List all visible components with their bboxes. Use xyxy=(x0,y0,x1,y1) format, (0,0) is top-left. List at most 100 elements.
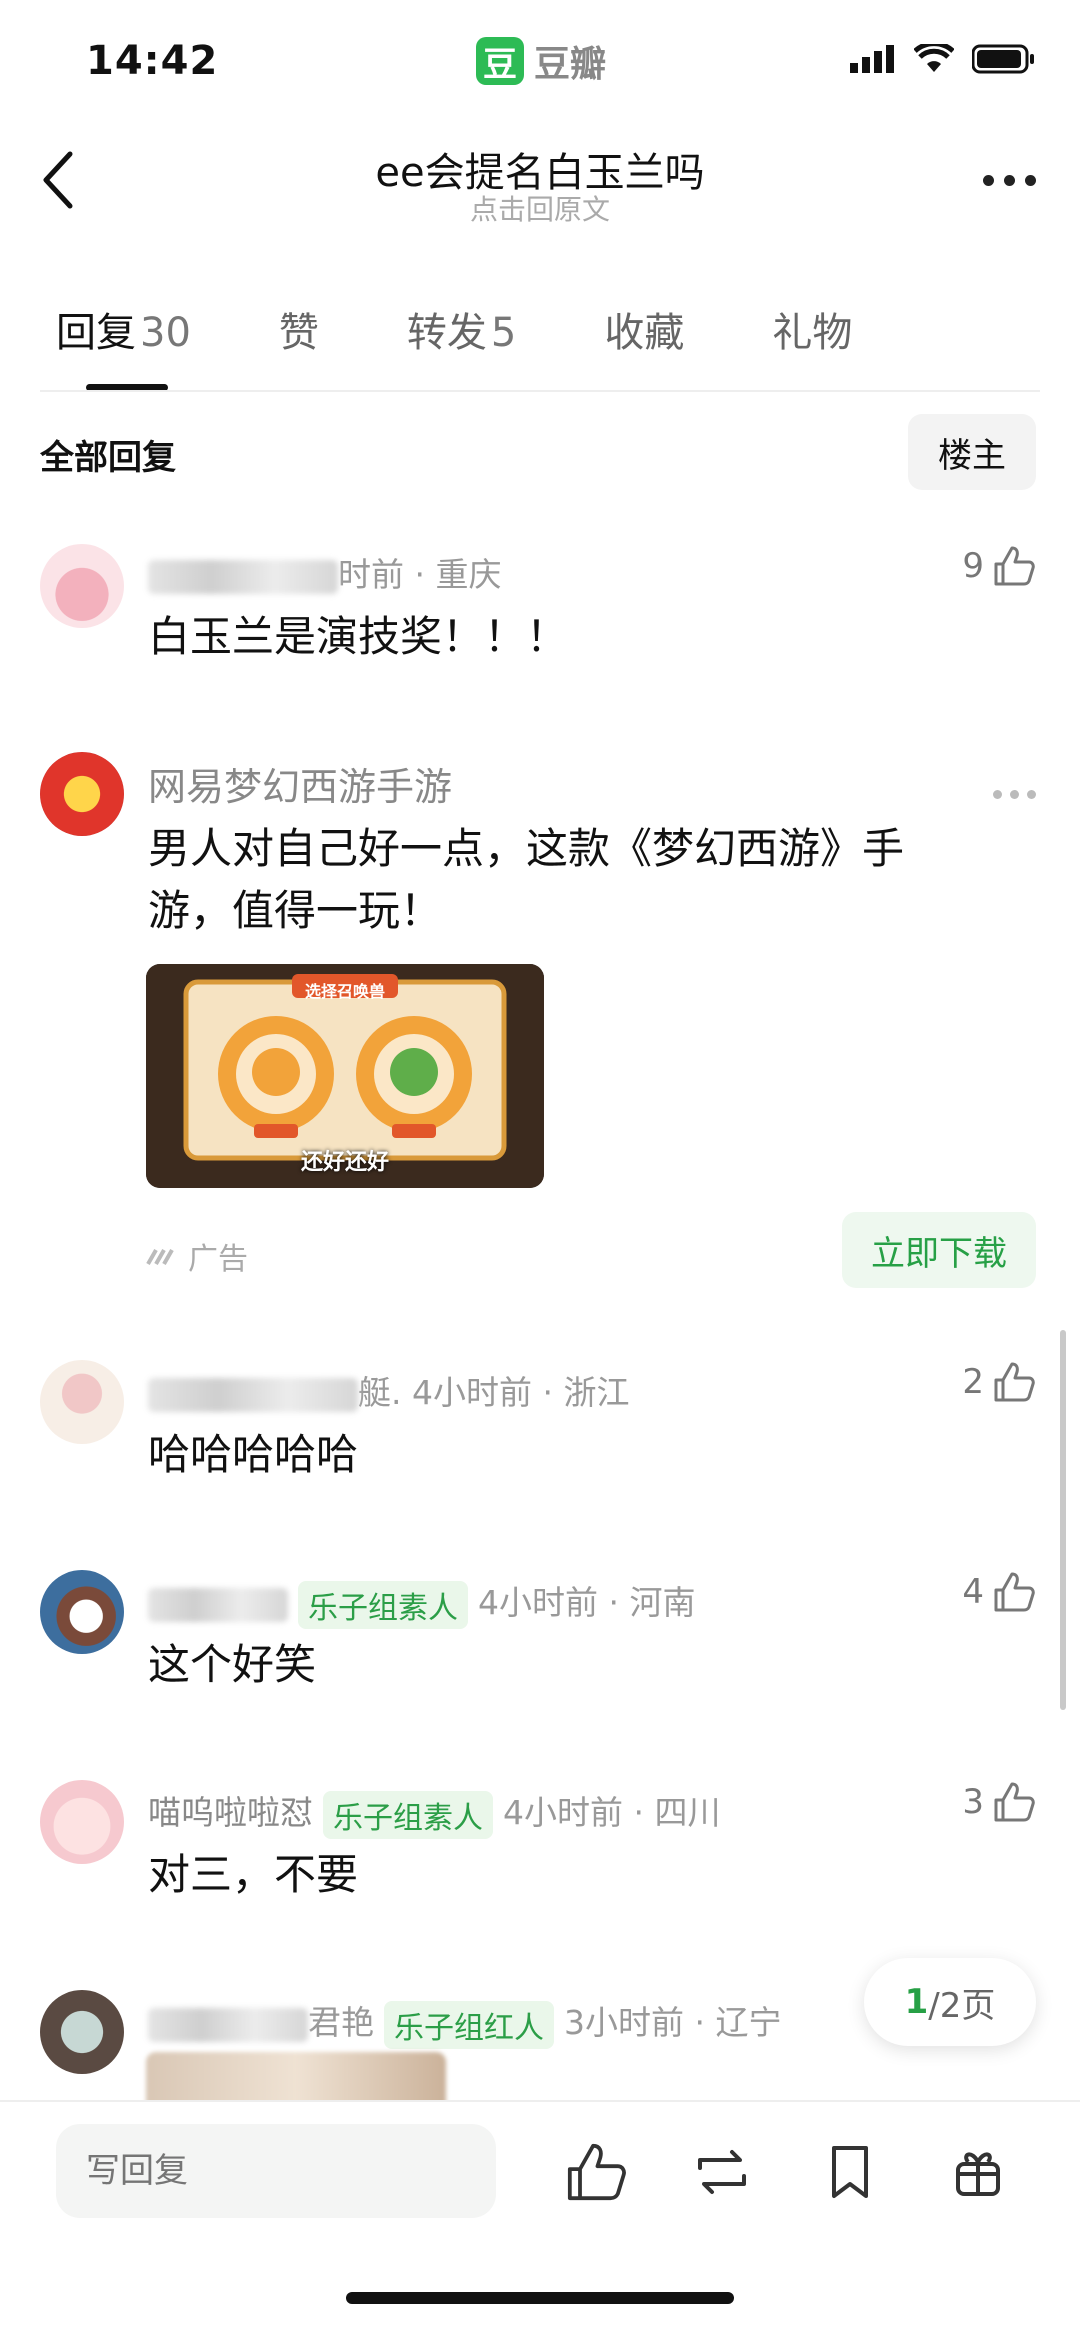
reply-input[interactable] xyxy=(56,2124,496,2218)
like-count: 3 xyxy=(962,1782,984,1822)
ad-image-header: 选择召唤兽 xyxy=(304,982,385,1001)
comment-meta: 艇. 4小时前 · 浙江 xyxy=(148,1366,629,1414)
scrollbar[interactable] xyxy=(1060,1330,1066,1710)
system-icons xyxy=(850,44,1036,74)
comment-time: 3小时前 xyxy=(564,2003,684,2042)
avatar[interactable] xyxy=(40,544,124,628)
ad-avatar[interactable] xyxy=(40,752,124,836)
username[interactable]: 喵呜啦啦怼 xyxy=(148,1793,313,1832)
ad-image-caption: 还好还好 xyxy=(300,1150,389,1175)
more-dot-icon xyxy=(1027,790,1036,799)
page-indicator[interactable]: 1/2页 xyxy=(864,1958,1036,2046)
bookmark-button[interactable] xyxy=(818,2140,882,2204)
like-count: 2 xyxy=(962,1362,984,1402)
current-page: 1 xyxy=(904,1982,929,2022)
group-badge: 乐子组红人 xyxy=(384,2000,554,2049)
tab-likes[interactable]: 赞 xyxy=(279,300,319,358)
more-dot-icon xyxy=(983,175,994,186)
like-button[interactable]: 9 xyxy=(962,544,1036,588)
more-options-button[interactable] xyxy=(983,175,1036,186)
comment-text: 白玉兰是演技奖！！！ xyxy=(148,612,569,661)
comment-location: 辽宁 xyxy=(715,2003,782,2042)
comment-location: 浙江 xyxy=(563,1373,630,1412)
thumbs-up-icon xyxy=(567,2143,626,2201)
ad-text: 男人对自己好一点，这款《梦幻西游》手游，值得一玩！ xyxy=(148,824,905,935)
ad-label: 广告 xyxy=(146,1234,248,1278)
tab-count: 5 xyxy=(490,310,517,356)
avatar[interactable] xyxy=(40,1990,124,2074)
repost-button[interactable] xyxy=(690,2140,754,2204)
like-post-button[interactable] xyxy=(564,2140,628,2204)
ad-mark-icon xyxy=(146,1249,174,1265)
wifi-icon xyxy=(914,44,954,72)
blurred-username xyxy=(148,1587,288,1622)
comment-text: 这个好笑 xyxy=(148,1640,317,1689)
home-indicator[interactable] xyxy=(346,2292,734,2304)
signal-icon xyxy=(850,45,894,73)
tab-replies[interactable]: 回复 30 xyxy=(56,300,191,358)
douban-logo-icon: 豆 xyxy=(476,37,524,85)
like-button[interactable]: 4 xyxy=(962,1570,1036,1614)
avatar[interactable] xyxy=(40,1360,124,1444)
download-button[interactable]: 立即下载 xyxy=(842,1212,1036,1288)
bookmark-icon xyxy=(832,2146,868,2198)
username[interactable]: 艇. xyxy=(358,1373,412,1412)
thumbs-up-icon xyxy=(994,1572,1035,1612)
status-time: 14:42 xyxy=(86,38,219,84)
group-badge: 乐子组素人 xyxy=(298,1580,468,1629)
tab-label: 回复 xyxy=(56,310,136,356)
comment-time: 4小时前 xyxy=(411,1373,532,1412)
like-button[interactable]: 2 xyxy=(962,1360,1036,1404)
comment-time: 4小时前 xyxy=(503,1793,623,1832)
tab-reposts[interactable]: 转发 5 xyxy=(407,300,516,358)
divider xyxy=(40,390,1040,392)
more-dot-icon xyxy=(1025,175,1036,186)
comment-location: 河南 xyxy=(629,1583,696,1622)
comment-location: 重庆 xyxy=(435,555,502,594)
tab-label: 转发 xyxy=(406,310,487,356)
tab-gifts[interactable]: 礼物 xyxy=(772,300,852,358)
username[interactable]: 君艳 xyxy=(308,2003,374,2042)
app-brand: 豆 豆瓣 xyxy=(476,36,606,86)
ad-more-button[interactable] xyxy=(993,790,1036,799)
thumbs-up-icon xyxy=(994,546,1035,586)
avatar[interactable] xyxy=(40,1780,124,1864)
gift-button[interactable] xyxy=(946,2140,1010,2204)
section-title: 全部回复 xyxy=(40,438,176,478)
thumbs-up-icon xyxy=(994,1362,1035,1402)
owner-only-button[interactable]: 楼主 xyxy=(908,414,1036,490)
ad-label-text: 广告 xyxy=(188,1242,248,1277)
avatar[interactable] xyxy=(40,1570,124,1654)
tab-bar: 回复 30 赞 转发 5 收藏 礼物 xyxy=(56,300,940,358)
comment-meta: 时前 · 重庆 xyxy=(148,548,501,596)
like-button[interactable]: 3 xyxy=(962,1780,1036,1824)
more-dot-icon xyxy=(993,790,1002,799)
back-to-original-link[interactable]: 点击回原文 xyxy=(0,188,1080,228)
blurred-username xyxy=(148,1377,358,1412)
like-count: 9 xyxy=(962,546,984,586)
tab-count: 30 xyxy=(140,310,191,356)
blurred-username xyxy=(148,2007,308,2042)
comment-meta: 君艳 乐子组红人 3小时前 · 辽宁 xyxy=(148,1996,781,2049)
battery-icon xyxy=(972,44,1034,74)
ad-account-name[interactable]: 网易梦幻西游手游 xyxy=(148,756,452,811)
comment-text: 哈哈哈哈哈 xyxy=(148,1430,359,1479)
repost-icon xyxy=(698,2150,746,2194)
like-count: 4 xyxy=(962,1572,984,1612)
group-badge: 乐子组素人 xyxy=(323,1790,493,1839)
more-dot-icon xyxy=(1010,790,1019,799)
comment-meta: 喵呜啦啦怼 乐子组素人 4小时前 · 四川 xyxy=(148,1786,720,1839)
ad-video-thumbnail[interactable]: 选择召唤兽 还好还好 xyxy=(146,964,544,1188)
tab-collections[interactable]: 收藏 xyxy=(604,300,684,358)
tab-label: 收藏 xyxy=(604,310,685,356)
total-pages: /2页 xyxy=(928,1985,996,2026)
comment-meta: 乐子组素人 4小时前 · 河南 xyxy=(148,1576,695,1629)
tab-label: 礼物 xyxy=(772,310,853,356)
comment-time: 4小时前 xyxy=(478,1583,598,1622)
comment-text: 对三，不要 xyxy=(148,1850,359,1899)
tab-label: 赞 xyxy=(278,310,319,356)
comment-time: 时前 xyxy=(338,555,404,594)
thumbs-up-icon xyxy=(994,1782,1035,1822)
more-dot-icon xyxy=(1004,175,1015,186)
gift-icon xyxy=(956,2152,1000,2196)
